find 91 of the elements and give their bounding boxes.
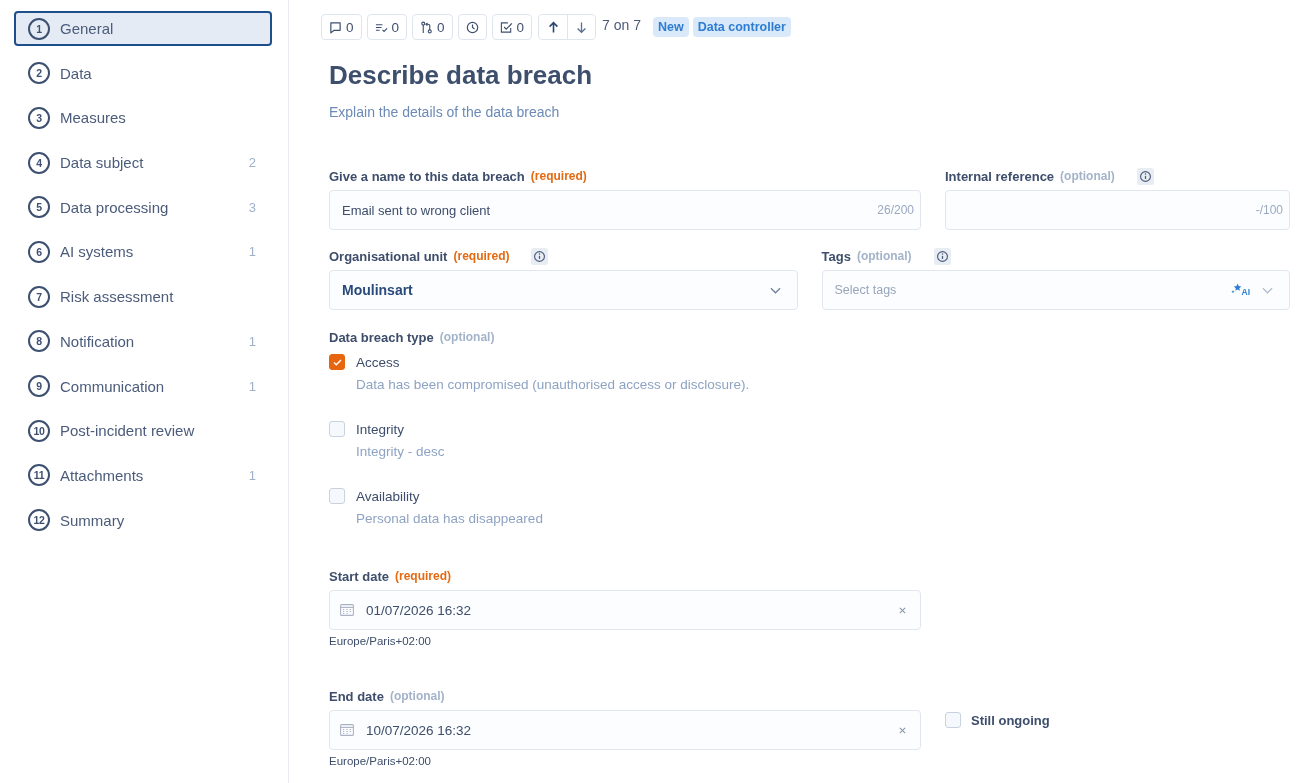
record-position: 7 on 7: [602, 17, 641, 33]
checkbox-label: Still ongoing: [971, 712, 1050, 728]
next-button[interactable]: [567, 15, 596, 39]
step-count: 3: [248, 199, 256, 215]
page-title: Describe data breach: [329, 59, 593, 91]
step-number: 3: [28, 106, 50, 129]
calendar-icon: [340, 604, 354, 616]
field-label: Give a name to this data breach: [329, 168, 525, 184]
unit-select[interactable]: Moulinsart: [329, 270, 798, 310]
field-label: Internal reference: [945, 168, 1055, 184]
status-badge: Data controller: [692, 17, 791, 37]
step-item[interactable]: 4 Data subject 2: [14, 145, 272, 181]
checkbox[interactable]: [329, 354, 345, 370]
info-icon[interactable]: [1136, 167, 1154, 185]
character-counter: 26/200: [877, 203, 914, 217]
optional-tag: (optional): [856, 249, 912, 263]
field-label: Data breach type: [329, 329, 434, 345]
character-counter: -/100: [1255, 203, 1283, 217]
comment-icon: [329, 20, 342, 34]
date-input[interactable]: 01/07/2026 16:32: [329, 590, 921, 630]
info-icon[interactable]: [531, 247, 549, 265]
option-description: Data has been compromised (unauthorised access or disclosure).: [356, 377, 751, 393]
option-label: Availability: [356, 488, 420, 504]
optional-tag: (optional): [1060, 169, 1115, 183]
step-number: 6: [28, 240, 50, 263]
field-label: End date: [329, 688, 384, 704]
step-number: 8: [28, 330, 50, 353]
option-label: Integrity: [356, 421, 405, 437]
step-number: 7: [28, 285, 50, 308]
clock-icon: [465, 20, 479, 34]
step-count: 1: [248, 467, 256, 483]
checkbox[interactable]: [329, 488, 345, 504]
date-input[interactable]: 10/07/2026 16:32: [329, 710, 921, 750]
step-item[interactable]: 11 Attachments 1: [14, 457, 272, 493]
step-item[interactable]: 2 Data: [14, 55, 272, 91]
checkbox[interactable]: [945, 712, 961, 728]
checked-square-icon: [499, 20, 513, 34]
option-description: Personal data has disappeared: [356, 511, 544, 527]
sparkle-icon: [1230, 283, 1242, 294]
step-count: 1: [248, 244, 256, 260]
option-label: Access: [356, 354, 400, 370]
clear-icon[interactable]: [899, 726, 906, 734]
option-description: Integrity - desc: [356, 444, 446, 460]
clear-icon[interactable]: [899, 606, 906, 614]
field-label: Organisational unit: [329, 248, 448, 264]
optional-tag: (optional): [439, 330, 495, 344]
info-icon[interactable]: [933, 247, 951, 265]
step-count: 2: [248, 155, 256, 171]
status-badge: New: [653, 17, 689, 37]
required-tag: (required): [530, 169, 587, 183]
field-label: Start date: [329, 568, 389, 584]
step-item[interactable]: 6 AI systems 1: [14, 234, 272, 270]
step-number: 4: [28, 151, 50, 174]
tasks-button[interactable]: 0: [366, 14, 408, 40]
step-number: 5: [28, 196, 50, 219]
tags-select[interactable]: Select tags AI: [821, 270, 1290, 310]
step-item[interactable]: 9 Communication 1: [14, 368, 272, 404]
chevron-down-icon: [1262, 286, 1273, 294]
step-number: 1: [28, 17, 50, 40]
required-tag: (required): [394, 569, 451, 583]
step-item[interactable]: 1 General: [14, 11, 272, 46]
step-item[interactable]: 7 Risk assessment: [14, 279, 272, 315]
timezone-label: Europe/Paris+02:00: [329, 754, 431, 768]
page-subtitle: Explain the details of the data breach: [329, 103, 561, 122]
optional-tag: (optional): [389, 689, 445, 703]
comments-button[interactable]: 0: [321, 14, 362, 40]
timezone-label: Europe/Paris+02:00: [329, 634, 431, 648]
step-item[interactable]: 3 Measures: [14, 100, 272, 136]
step-number: 2: [28, 62, 50, 85]
step-count: 1: [248, 333, 256, 349]
history-button[interactable]: [457, 14, 487, 40]
checks-button[interactable]: 0: [491, 14, 533, 40]
field-label: Tags: [821, 248, 851, 264]
chevron-down-icon: [769, 286, 781, 294]
step-item[interactable]: 8 Notification 1: [14, 323, 272, 359]
branch-icon: [420, 20, 434, 34]
text-input[interactable]: Email sent to wrong client 26/200: [329, 190, 921, 230]
checkbox[interactable]: [329, 421, 345, 437]
ai-label: AI: [1241, 288, 1250, 297]
check-icon: [332, 358, 342, 366]
step-number: 12: [28, 509, 50, 532]
required-tag: (required): [453, 249, 510, 263]
step-number: 9: [28, 375, 50, 397]
step-number: 11: [28, 464, 50, 487]
step-item[interactable]: 12 Summary: [14, 502, 272, 538]
step-item[interactable]: 10 Post-incident review: [14, 413, 272, 449]
step-count: 1: [248, 378, 256, 394]
changes-button[interactable]: 0: [412, 14, 453, 40]
calendar-icon: [340, 724, 354, 736]
step-item[interactable]: 5 Data processing 3: [14, 189, 272, 225]
step-number: 10: [28, 419, 50, 442]
